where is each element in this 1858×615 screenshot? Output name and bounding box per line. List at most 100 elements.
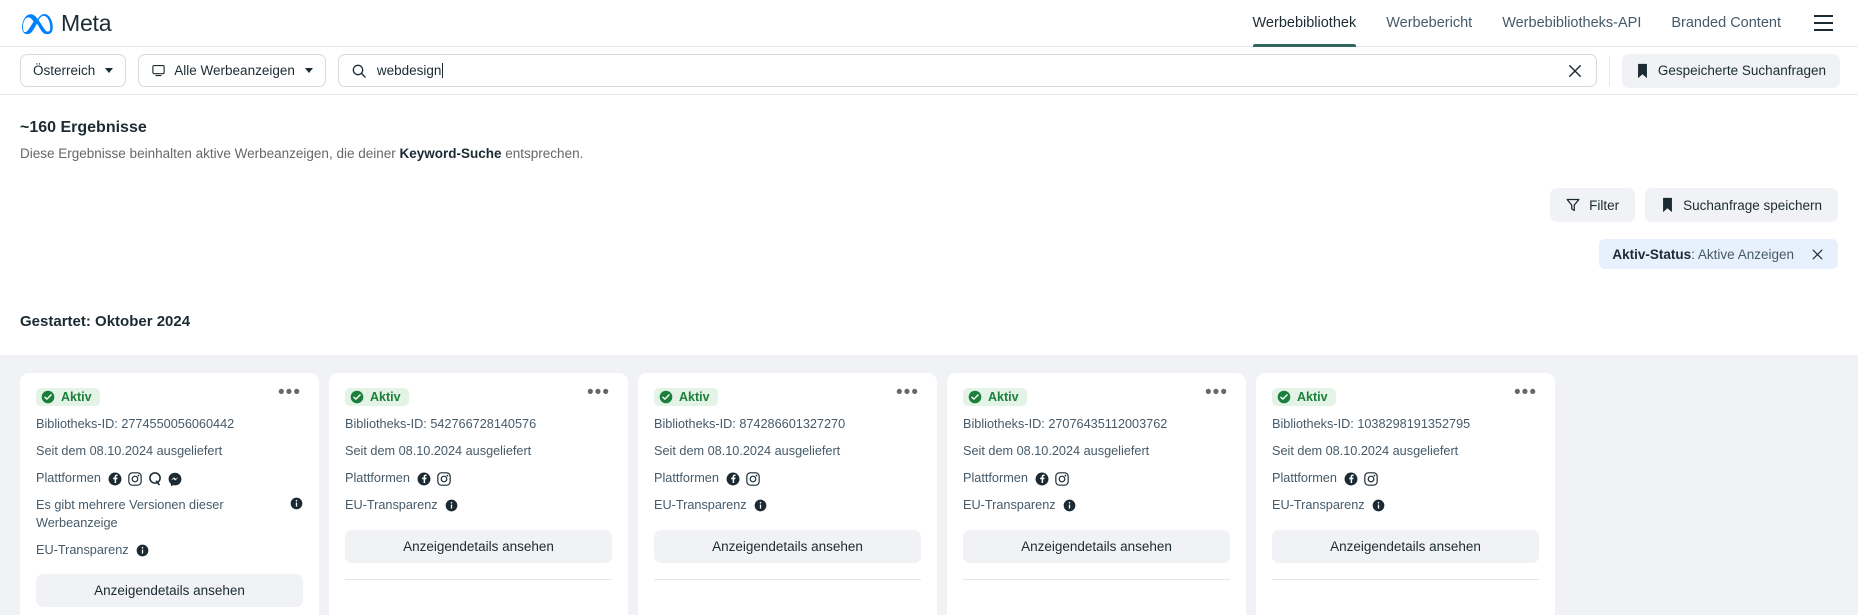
view-ad-details-button[interactable]: Anzeigendetails ansehen <box>963 529 1230 563</box>
status-label: Aktiv <box>370 390 401 404</box>
search-icon <box>352 64 366 78</box>
view-ad-details-button[interactable]: Anzeigendetails ansehen <box>654 529 921 563</box>
clear-search-icon[interactable] <box>1566 62 1584 80</box>
ad-category-label: Alle Werbeanzeigen <box>174 63 295 78</box>
view-ad-details-button[interactable]: Anzeigendetails ansehen <box>36 573 303 607</box>
results-subtitle-pre: Diese Ergebnisse beinhalten aktive Werbe… <box>20 146 400 161</box>
results-section: ~160 Ergebnisse Diese Ergebnisse beinhal… <box>0 95 1858 330</box>
chip-key: Aktiv-Status <box>1612 246 1692 262</box>
brand-name: Meta <box>61 9 112 36</box>
card-divider <box>654 578 921 580</box>
chevron-down-icon <box>304 68 313 73</box>
card-options-icon[interactable]: ••• <box>276 383 303 402</box>
country-label: Österreich <box>33 63 96 78</box>
card-options-icon[interactable]: ••• <box>1512 383 1539 402</box>
library-id: Bibliotheks-ID: 1038298191352795 <box>1272 417 1471 431</box>
multiple-versions-row: Es gibt mehrere Versionen dieser Werbean… <box>36 497 303 531</box>
info-icon[interactable] <box>445 499 458 512</box>
eu-transparency-label: EU-Transparenz <box>1272 498 1365 513</box>
eu-transparency-row: EU-Transparenz <box>345 497 612 514</box>
status-filter-chip[interactable]: Aktiv-Status: Aktive Anzeigen <box>1599 239 1838 269</box>
eu-transparency-label: EU-Transparenz <box>36 542 129 557</box>
save-search-label: Suchanfrage speichern <box>1683 197 1822 213</box>
view-ad-details-button[interactable]: Anzeigendetails ansehen <box>1272 529 1539 563</box>
instagram-icon <box>128 472 142 486</box>
card-options-icon[interactable]: ••• <box>585 383 612 402</box>
multiple-versions-note: Es gibt mehrere Versionen dieser Werbean… <box>36 498 224 530</box>
saved-searches-button[interactable]: Gespeicherte Suchanfragen <box>1621 53 1840 88</box>
check-circle-icon <box>1277 390 1291 404</box>
check-circle-icon <box>968 390 982 404</box>
status-badge: Aktiv <box>1272 388 1336 406</box>
ad-card[interactable]: Aktiv ••• Bibliotheks-ID: 27745500560604… <box>20 373 319 615</box>
status-badge: Aktiv <box>345 388 409 406</box>
card-header: Aktiv ••• <box>963 383 1230 406</box>
library-id: Bibliotheks-ID: 542766728140576 <box>345 417 537 431</box>
library-id: Bibliotheks-ID: 874286601327270 <box>654 417 846 431</box>
nav-item-werbebericht[interactable]: Werbebericht <box>1371 0 1487 47</box>
card-divider <box>345 578 612 580</box>
remove-filter-icon[interactable] <box>1810 247 1825 262</box>
results-subtitle-bold: Keyword-Suche <box>399 146 502 161</box>
facebook-icon <box>417 472 431 486</box>
info-icon[interactable] <box>754 499 767 512</box>
card-header: Aktiv ••• <box>36 383 303 406</box>
meta-brand[interactable]: Meta <box>20 9 112 37</box>
country-selector[interactable]: Österreich <box>20 54 127 87</box>
messenger-icon <box>168 472 182 486</box>
results-subtitle-post: entsprechen. <box>501 146 584 161</box>
ad-cards-grid: Aktiv ••• Bibliotheks-ID: 27745500560604… <box>20 373 1838 615</box>
filter-button[interactable]: Filter <box>1550 188 1636 222</box>
info-icon[interactable] <box>1063 499 1076 512</box>
eu-transparency-label: EU-Transparenz <box>654 498 747 513</box>
group-heading: Gestartet: Oktober 2024 <box>20 313 191 330</box>
card-header: Aktiv ••• <box>654 383 921 406</box>
info-icon[interactable] <box>1372 499 1385 512</box>
ad-category-selector[interactable]: Alle Werbeanzeigen <box>138 54 326 87</box>
nav-item-werbebibliotheks-api[interactable]: Werbebibliotheks-API <box>1487 0 1656 47</box>
card-options-icon[interactable]: ••• <box>894 383 921 402</box>
ad-card[interactable]: Aktiv ••• Bibliotheks-ID: 10382981913527… <box>1256 373 1555 615</box>
eu-transparency-label: EU-Transparenz <box>963 498 1056 513</box>
nav-label: Werbebericht <box>1386 15 1473 31</box>
chip-text: Aktiv-Status: Aktive Anzeigen <box>1612 247 1794 262</box>
status-label: Aktiv <box>988 390 1019 404</box>
eu-transparency-label: EU-Transparenz <box>345 498 438 513</box>
nav-item-werbebibliothek[interactable]: Werbebibliothek <box>1238 0 1372 47</box>
facebook-icon <box>726 472 740 486</box>
info-icon[interactable] <box>136 544 149 557</box>
facebook-icon <box>1035 472 1049 486</box>
platforms-label: Plattformen <box>36 471 101 486</box>
saved-searches-label: Gespeicherte Suchanfragen <box>1657 63 1826 78</box>
platforms-label: Plattformen <box>1272 471 1337 486</box>
meta-logo-icon <box>22 14 53 35</box>
card-header: Aktiv ••• <box>345 383 612 406</box>
platform-icons <box>417 472 451 486</box>
view-ad-details-button[interactable]: Anzeigendetails ansehen <box>345 529 612 563</box>
platform-icons <box>1035 472 1069 486</box>
hamburger-icon[interactable] <box>1806 6 1840 40</box>
ad-card[interactable]: Aktiv ••• Bibliotheks-ID: 27076435112003… <box>947 373 1246 615</box>
ad-card[interactable]: Aktiv ••• Bibliotheks-ID: 54276672814057… <box>329 373 628 615</box>
delivery-date: Seit dem 08.10.2024 ausgeliefert <box>345 444 532 459</box>
bookmark-icon <box>1637 63 1647 78</box>
search-toolbar: Österreich Alle Werbeanzeigen webdesign … <box>0 47 1858 95</box>
platforms-label: Plattformen <box>345 471 410 486</box>
platforms-row: Plattformen <box>654 470 921 487</box>
search-query-value: webdesign <box>376 63 442 78</box>
delivery-date: Seit dem 08.10.2024 ausgeliefert <box>1272 444 1459 459</box>
eu-transparency-row: EU-Transparenz <box>654 497 921 514</box>
nav-item-branded-content[interactable]: Branded Content <box>1656 0 1796 47</box>
card-header: Aktiv ••• <box>1272 383 1539 406</box>
card-options-icon[interactable]: ••• <box>1203 383 1230 402</box>
delivery-date: Seit dem 08.10.2024 ausgeliefert <box>36 444 223 459</box>
search-input[interactable]: webdesign <box>337 54 1597 87</box>
status-label: Aktiv <box>1297 390 1328 404</box>
save-search-button[interactable]: Suchanfrage speichern <box>1645 188 1838 222</box>
active-filters: Aktiv-Status: Aktive Anzeigen <box>20 239 1838 269</box>
ad-card[interactable]: Aktiv ••• Bibliotheks-ID: 87428660132727… <box>638 373 937 615</box>
info-icon[interactable] <box>290 497 303 510</box>
chevron-down-icon <box>105 68 114 73</box>
results-actions: Filter Suchanfrage speichern <box>20 188 1838 222</box>
chip-value: : Aktive Anzeigen <box>1691 246 1794 262</box>
